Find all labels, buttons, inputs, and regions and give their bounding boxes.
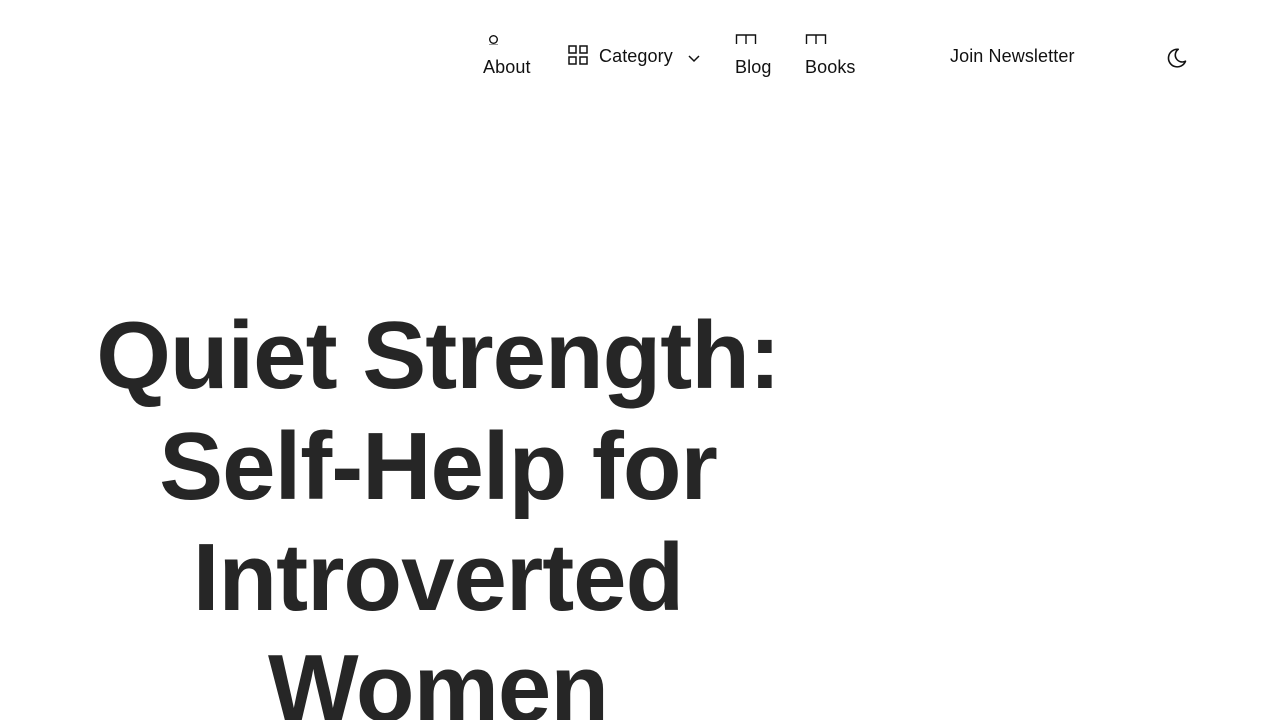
hero-title-line: Women (268, 635, 609, 720)
nav-blog-label: Blog (735, 57, 772, 77)
hero-title: Quiet Strength: Self-Help for Introverte… (0, 300, 876, 720)
grid-icon (568, 45, 588, 70)
nav-books-link[interactable]: Books (805, 28, 865, 78)
nav-blog-link[interactable]: Blog (735, 28, 785, 78)
page: About Category Blog Books Join Newslette… (0, 0, 1280, 720)
nav-category-label: Category (599, 46, 673, 66)
m-glyph-icon (805, 32, 827, 50)
hero-title-line: Quiet Strength: (96, 302, 781, 409)
m-glyph-icon (735, 32, 757, 50)
chevron-down-icon (688, 50, 700, 68)
nav-about-label: About (483, 57, 531, 77)
join-newsletter-link[interactable]: Join Newsletter (950, 46, 1075, 67)
theme-toggle-button[interactable] (1166, 44, 1194, 72)
moon-icon (1166, 48, 1194, 75)
hero-title-line: Introverted (192, 524, 684, 631)
circle-icon (488, 32, 499, 50)
nav-books-label: Books (805, 57, 856, 77)
nav-category-dropdown[interactable]: Category (568, 42, 708, 72)
hero-title-line: Self-Help for (159, 413, 718, 520)
nav-about-link[interactable]: About (483, 28, 543, 78)
